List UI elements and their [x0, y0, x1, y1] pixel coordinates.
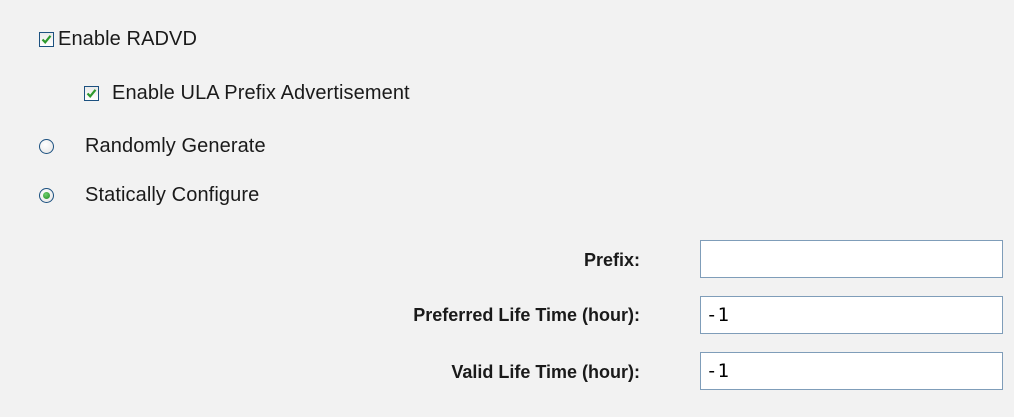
checkmark-icon [86, 89, 97, 98]
randomly-generate-radio[interactable] [39, 139, 54, 154]
randomly-generate-row: Randomly Generate [39, 135, 266, 158]
enable-radvd-label: Enable RADVD [58, 28, 198, 50]
preferred-life-time-input[interactable] [700, 296, 1003, 334]
prefix-label: Prefix: [583, 250, 640, 270]
checkmark-icon [41, 35, 52, 44]
statically-configure-radio[interactable] [39, 188, 54, 203]
statically-configure-row: Statically Configure [39, 184, 259, 207]
preferred-life-time-label: Preferred Life Time (hour): [413, 305, 640, 325]
radio-dot-icon [43, 192, 50, 199]
enable-radvd-row: Enable RADVD [39, 28, 197, 51]
enable-radvd-checkbox[interactable] [39, 32, 54, 47]
randomly-generate-label: Randomly Generate [85, 135, 266, 157]
enable-ula-row: Enable ULA Prefix Advertisement [84, 82, 410, 105]
radvd-settings-panel: Enable RADVD Enable ULA Prefix Advertise… [0, 0, 1014, 417]
prefix-input[interactable] [700, 240, 1003, 278]
enable-ula-checkbox[interactable] [84, 86, 99, 101]
valid-life-time-label: Valid Life Time (hour): [451, 362, 640, 382]
statically-configure-label: Statically Configure [85, 184, 260, 206]
valid-life-time-input[interactable] [700, 352, 1003, 390]
enable-ula-label: Enable ULA Prefix Advertisement [112, 82, 410, 104]
